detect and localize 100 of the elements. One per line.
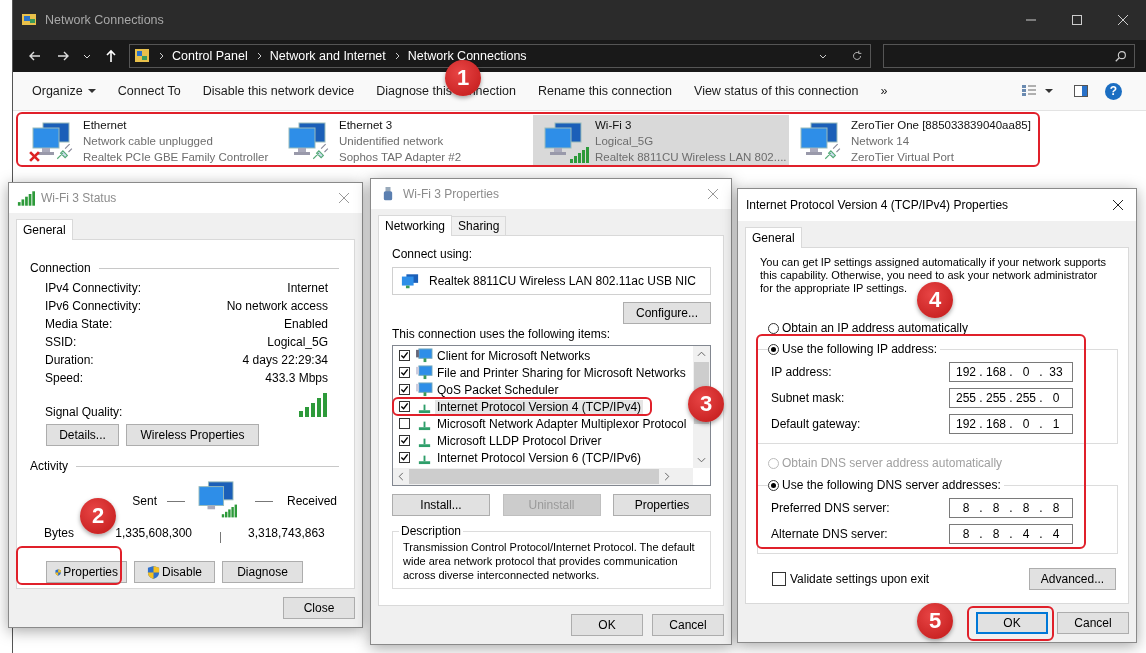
chevron-icon[interactable] — [157, 52, 165, 60]
cable-icon — [823, 143, 841, 161]
view-options-icon[interactable] — [1021, 83, 1037, 99]
caret-icon[interactable] — [819, 52, 827, 60]
toolbar-button[interactable]: Rename this connection — [526, 84, 683, 98]
field-label: Subnet mask: — [771, 391, 845, 405]
address-bar[interactable]: Control Panel Network and Internet Network Connections — [129, 44, 871, 68]
chevron-up-icon[interactable] — [697, 351, 706, 357]
item-label: Microsoft Network Adapter Multiplexor Protocol — [436, 416, 688, 431]
toolbar-button[interactable]: Disable this network device — [191, 84, 366, 98]
preview-pane-icon[interactable] — [1073, 83, 1089, 99]
connection-name: Wi-Fi 3 — [595, 118, 633, 133]
close-button[interactable]: Close — [283, 597, 355, 619]
more-commands-button[interactable]: » — [869, 84, 899, 98]
computer-icon — [401, 272, 419, 290]
dialog-button[interactable]: Cancel — [1057, 612, 1129, 634]
connection-name: ZeroTier One [885033839040aa85] — [851, 118, 1031, 133]
list-item[interactable]: File and Printer Sharing for Microsoft Networks — [399, 364, 688, 381]
field-value: Internet — [287, 281, 328, 295]
list-item[interactable]: Internet Protocol Version 4 (TCP/IPv4) — [399, 398, 644, 415]
checkbox[interactable] — [399, 401, 410, 412]
group-heading: Description — [400, 524, 463, 538]
list-item[interactable]: Client for Microsoft Networks — [399, 347, 593, 364]
connection-item[interactable]: Ethernet Network cable unplugged Realtek PCIe GBE Family Controller — [21, 115, 277, 167]
dialog-button[interactable]: Properties — [613, 494, 711, 516]
section-heading: Connection — [30, 261, 91, 275]
help-button[interactable]: ? — [1105, 82, 1122, 100]
field-label: IPv4 Connectivity: — [45, 281, 142, 295]
item-label: Internet Protocol Version 4 (TCP/IPv4) — [435, 399, 644, 414]
signal-bars-icon — [17, 190, 35, 206]
device-name: ZeroTier Virtual Port — [851, 150, 955, 165]
toolbar-button[interactable]: View status of this connection — [683, 84, 870, 98]
control-panel-icon — [134, 48, 150, 64]
connection-status: Unidentified network — [339, 134, 445, 149]
dialog-button[interactable]: OK — [571, 614, 643, 636]
list-item[interactable]: Microsoft Network Adapter Multiplexor Protocol — [399, 415, 689, 432]
checkbox[interactable] — [399, 367, 410, 378]
toolbar-button[interactable]: Connect To — [106, 84, 192, 98]
tab[interactable]: General — [745, 227, 802, 248]
computer-icon — [416, 382, 433, 397]
chevron-down-icon[interactable] — [697, 457, 706, 463]
refresh-icon[interactable] — [850, 49, 864, 63]
connection-status: Network 14 — [851, 134, 911, 149]
chevron-right-icon[interactable] — [664, 472, 670, 481]
sent-label: Sent — [131, 494, 158, 508]
checkbox[interactable] — [399, 435, 410, 446]
connection-item[interactable]: Wi-Fi 3 Logical_5G Realtek 8811CU Wireless LAN 802.... — [533, 115, 789, 167]
validate-checkbox[interactable]: Validate settings upon exit — [772, 572, 930, 586]
dialog-button[interactable]: Properties — [46, 561, 127, 583]
advanced-button[interactable]: Advanced... — [1029, 568, 1116, 590]
checkbox[interactable] — [399, 452, 410, 463]
dialog-button[interactable]: Install... — [392, 494, 490, 516]
item-label: Client for Microsoft Networks — [436, 348, 592, 363]
caret-icon[interactable] — [1045, 87, 1053, 95]
connection-status: Network cable unplugged — [83, 134, 214, 149]
dialog-button[interactable]: Wireless Properties — [126, 424, 259, 446]
chevron-left-icon[interactable] — [398, 472, 404, 481]
radio-option[interactable]: Obtain an IP address automatically — [768, 321, 971, 335]
dialog-button[interactable]: Disable — [134, 561, 215, 583]
dialog-button[interactable]: Details... — [46, 424, 119, 446]
caret-icon — [87, 87, 96, 95]
computer-icon — [31, 121, 71, 157]
item-label: Internet Protocol Version 6 (TCP/IPv6) — [436, 450, 643, 465]
dialog-title: Wi-Fi 3 Status — [41, 191, 117, 205]
ip-address-field[interactable]: 192 . 168 . 0 . 1 — [949, 414, 1073, 434]
caret-icon[interactable] — [83, 52, 91, 60]
close-icon[interactable] — [1112, 199, 1124, 211]
dialog-button[interactable]: Cancel — [652, 614, 724, 636]
breadcrumb[interactable]: Network and Internet — [269, 49, 386, 63]
connection-item[interactable]: ZeroTier One [885033839040aa85] Network 14 ZeroTier Virtual Port — [789, 115, 1045, 167]
dialog-button[interactable]: OK — [976, 612, 1048, 634]
tab[interactable]: Networking — [378, 215, 453, 236]
list-item[interactable]: QoS Packet Scheduler — [399, 381, 561, 398]
shield-icon — [147, 564, 160, 580]
device-name: Sophos TAP Adapter #2 — [339, 150, 462, 165]
ip-address-field[interactable]: 192 . 168 . 0 . 33 — [949, 362, 1073, 382]
checkbox[interactable] — [399, 384, 410, 395]
checkbox[interactable] — [399, 350, 410, 361]
horizontal-scrollbar[interactable] — [393, 468, 693, 485]
dialog-title: Internet Protocol Version 4 (TCP/IPv4) Properties — [746, 198, 1009, 212]
toolbar-button[interactable]: Organize — [21, 84, 107, 98]
search-field[interactable] — [883, 44, 1135, 68]
configure-button[interactable]: Configure... — [623, 302, 711, 324]
dialog-button[interactable]: Diagnose — [222, 561, 303, 583]
breadcrumb[interactable]: Network Connections — [407, 49, 527, 63]
ip-address-field[interactable]: 8 . 8 . 8 . 8 — [949, 498, 1073, 518]
ip-address-field[interactable]: 8 . 8 . 4 . 4 — [949, 524, 1073, 544]
signal-bars-icon — [298, 393, 328, 417]
ip-address-field[interactable]: 255 . 255 . 255 . 0 — [949, 388, 1073, 408]
list-item[interactable]: Internet Protocol Version 6 (TCP/IPv6) — [399, 449, 644, 466]
connection-item[interactable]: Ethernet 3 Unidentified network Sophos TAP Adapter #2 — [277, 115, 533, 167]
field-label: Alternate DNS server: — [771, 527, 888, 541]
tab[interactable]: General — [16, 219, 73, 240]
checkbox[interactable] — [399, 418, 410, 429]
list-item[interactable]: Microsoft LLDP Protocol Driver — [399, 432, 604, 449]
field-value: 4 days 22:29:34 — [242, 353, 328, 367]
window-title: Network Connections — [45, 13, 164, 27]
search-icon — [1114, 49, 1128, 63]
tab[interactable]: Sharing — [451, 216, 507, 235]
breadcrumb[interactable]: Control Panel — [172, 49, 248, 63]
